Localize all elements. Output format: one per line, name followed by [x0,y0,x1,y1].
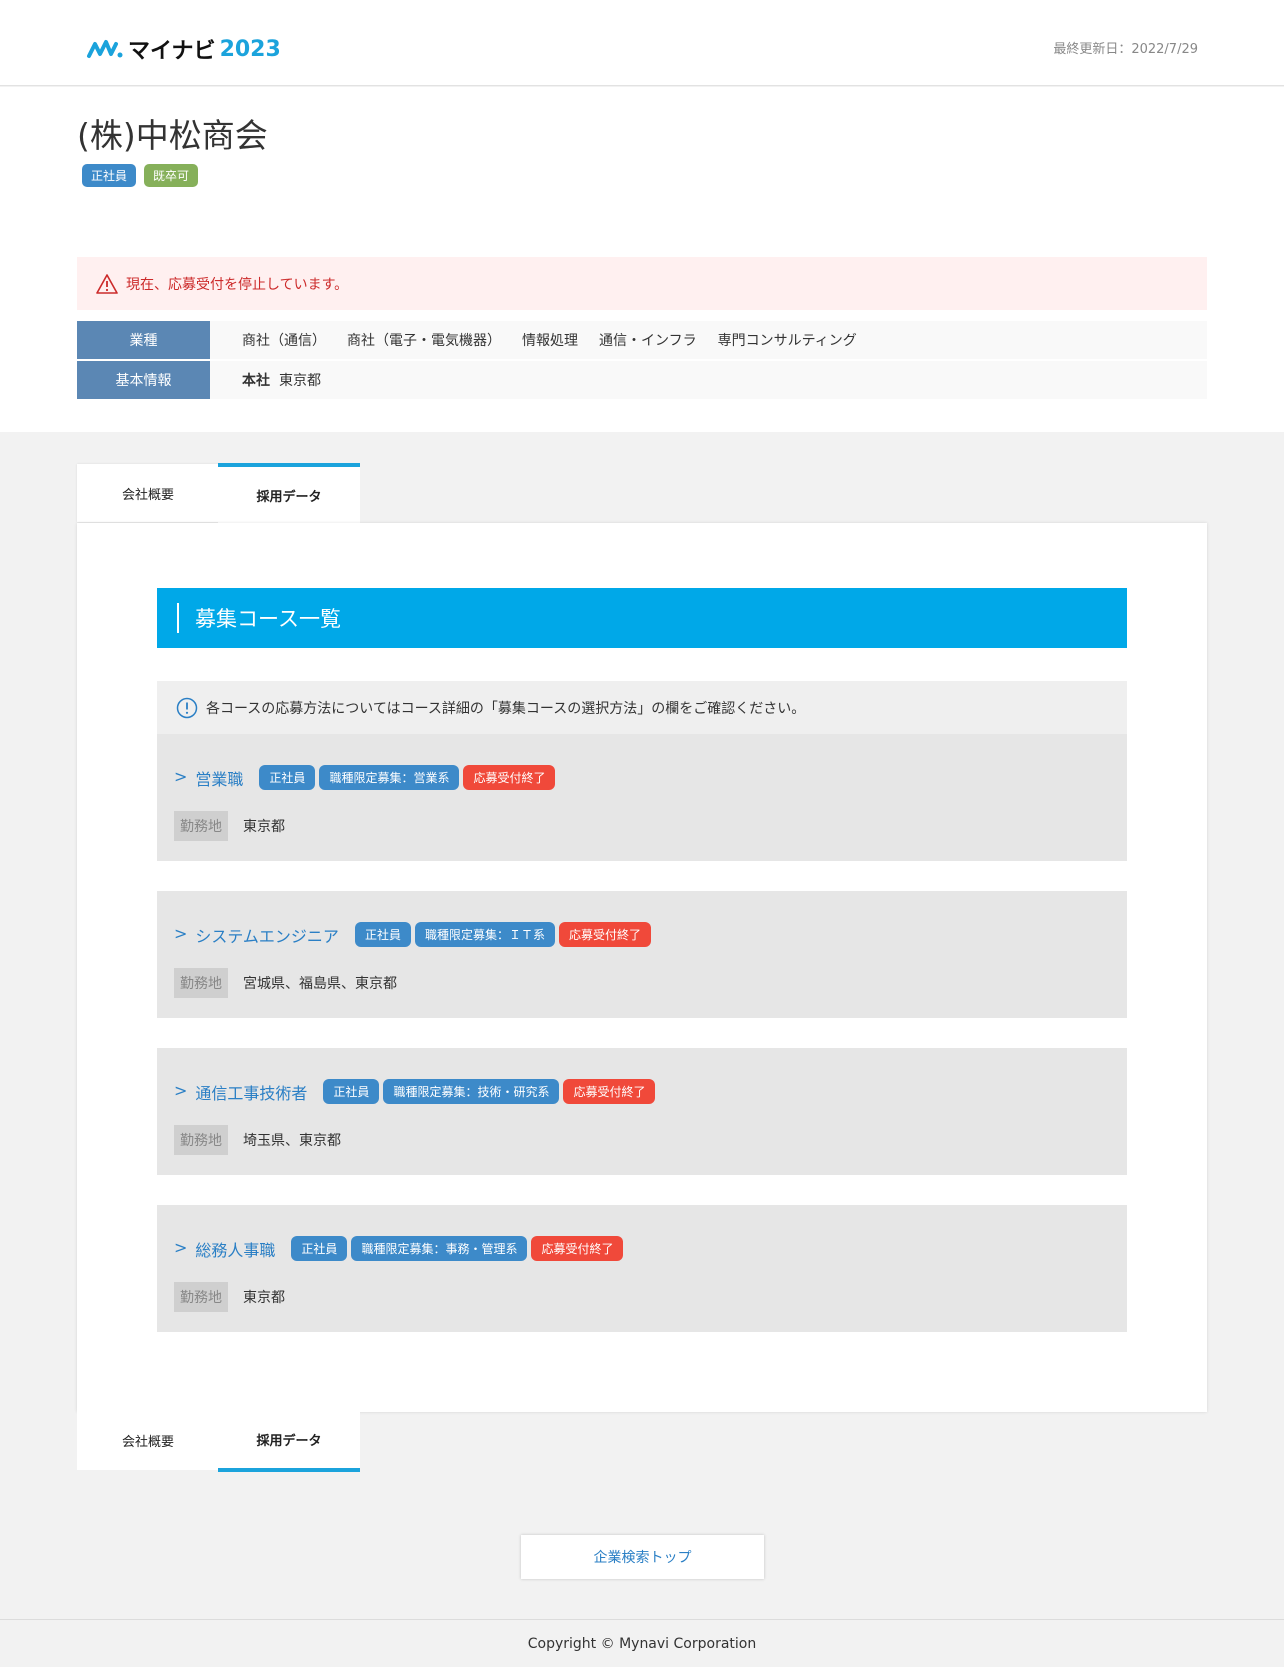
tag-fulltime: 正社員 [323,1079,380,1104]
course-item: > システムエンジニア 正社員 職種限定募集：ＩＴ系 応募受付終了 勤務地 宮城… [157,891,1127,1018]
course-item: > 営業職 正社員 職種限定募集：営業系 応募受付終了 勤務地 東京都 [157,734,1127,861]
chevron-right-icon: > [174,766,188,786]
industry-item: 商社（電子・電気機器） [347,333,501,349]
warning-icon [96,273,118,294]
basic-info-label: 基本情報 [77,361,210,399]
section-title: 募集コース一覧 [195,607,341,631]
tab-recruit-data-bottom[interactable]: 採用データ [218,1410,360,1472]
alert-text: 現在、応募受付を停止しています。 [126,276,349,293]
notice-text: 各コースの応募方法についてはコース詳細の「募集コースの選択方法」の欄をご確認くだ… [206,700,806,717]
course-link[interactable]: 営業職 [195,766,243,790]
tag-fulltime: 正社員 [82,164,137,187]
course-link[interactable]: 総務人事職 [195,1237,275,1261]
application-closed-alert: 現在、応募受付を停止しています。 [77,257,1207,310]
company-name: (株)中松商会 [77,116,268,155]
company-search-top-button[interactable]: 企業検索トップ [521,1535,764,1579]
tag-closed: 応募受付終了 [463,765,556,790]
recruit-data-panel: 募集コース一覧 各コースの応募方法についてはコース詳細の「募集コースの選択方法」… [77,523,1207,1412]
tag-fulltime: 正社員 [354,922,411,947]
industry-values: 商社（通信） 商社（電子・電気機器） 情報処理 通信・インフラ 専門コンサルティ… [210,321,1207,359]
tab-company-overview-bottom[interactable]: 会社概要 [77,1410,219,1470]
company-tags: 正社員 既卒可 [82,164,199,187]
course-link[interactable]: 通信工事技術者 [195,1080,307,1104]
course-item: > 総務人事職 正社員 職種限定募集：事務・管理系 応募受付終了 勤務地 東京都 [157,1205,1127,1332]
footer-copyright: Copyright © Mynavi Corporation [0,1619,1284,1667]
basic-info-values: 本社 東京都 [210,361,1207,399]
industry-row: 業種 商社（通信） 商社（電子・電気機器） 情報処理 通信・インフラ 専門コンサ… [77,321,1207,359]
industry-item: 専門コンサルティング [717,333,857,349]
tag-fulltime: 正社員 [259,765,316,790]
mynavi-logo-icon [87,40,123,58]
application-notice: 各コースの応募方法についてはコース詳細の「募集コースの選択方法」の欄をご確認くだ… [157,681,1127,734]
tab-company-overview[interactable]: 会社概要 [77,464,219,522]
tag-graduates-ok: 既卒可 [144,164,199,187]
section-header: 募集コース一覧 [157,588,1127,648]
industry-label: 業種 [77,321,210,359]
location-label: 勤務地 [174,968,228,998]
chevron-right-icon: > [174,923,188,943]
mynavi-logo[interactable]: マイナビ 2023 [86,34,281,64]
location-value: 東京都 [243,1290,285,1306]
company-summary: (株)中松商会 正社員 既卒可 現在、応募受付を停止しています。 業種 商社（通… [0,87,1284,432]
header-accent-bar [177,603,179,633]
industry-item: 商社（通信） [242,333,326,349]
industry-item: 情報処理 [522,333,578,349]
basic-info-row: 基本情報 本社 東京都 [77,361,1207,399]
course-link[interactable]: システムエンジニア [195,923,339,947]
last-updated: 最終更新日：2022/7/29 [1053,42,1198,57]
tag-closed: 応募受付終了 [563,1079,656,1104]
course-item: > 通信工事技術者 正社員 職種限定募集：技術・研究系 応募受付終了 勤務地 埼… [157,1048,1127,1175]
tag-job-category: 職種限定募集：ＩＴ系 [414,922,555,947]
tag-fulltime: 正社員 [291,1236,348,1261]
location-value: 宮城県、福島県、東京都 [243,976,397,992]
tag-job-category: 職種限定募集：営業系 [319,765,460,790]
logo-year: 2023 [219,36,281,62]
location-value: 埼玉県、東京都 [243,1133,341,1149]
tab-recruit-data[interactable]: 採用データ [218,463,360,524]
chevron-right-icon: > [174,1237,188,1257]
chevron-right-icon: > [174,1080,188,1100]
location-label: 勤務地 [174,811,228,841]
hq-label: 本社 [242,373,270,389]
info-icon [176,697,198,718]
logo-text: マイナビ [128,39,216,64]
location-value: 東京都 [243,819,285,835]
industry-item: 通信・インフラ [599,333,697,349]
tag-job-category: 職種限定募集：事務・管理系 [351,1236,528,1261]
tag-closed: 応募受付終了 [558,922,651,947]
tag-job-category: 職種限定募集：技術・研究系 [383,1079,560,1104]
location-label: 勤務地 [174,1125,228,1155]
location-label: 勤務地 [174,1282,228,1312]
hq-value: 東京都 [279,373,321,389]
tag-closed: 応募受付終了 [531,1236,624,1261]
site-header: マイナビ 2023 最終更新日：2022/7/29 [0,0,1284,86]
